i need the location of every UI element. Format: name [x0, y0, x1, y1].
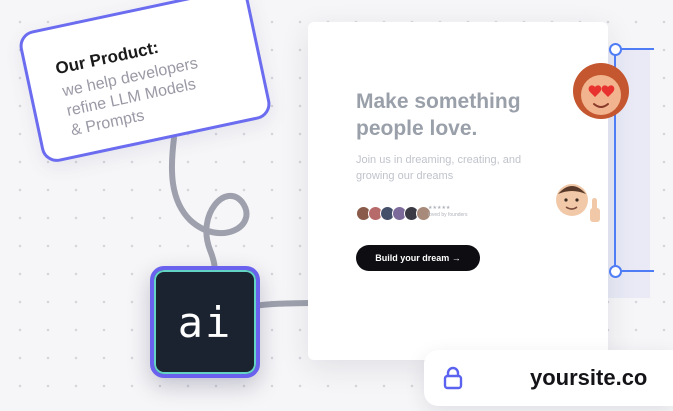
headline-line: people love. [356, 117, 478, 140]
ai-app-icon: ai [150, 266, 260, 378]
headline-line: Make something [356, 90, 521, 113]
heart-eyes-emoji [573, 63, 629, 119]
url-bar[interactable]: yoursite.co [424, 350, 673, 406]
lock-icon [443, 366, 463, 390]
avatar-group [356, 205, 431, 221]
thumbs-up-emoji [556, 184, 600, 222]
rating-caption: loved by founders [428, 212, 468, 218]
subtext: Join us in dreaming, creating, and growi… [356, 152, 556, 184]
url-text[interactable]: yoursite.co [530, 365, 647, 391]
subtext-line: Join us in dreaming, creating, and [356, 154, 522, 166]
headline: Make something people love. [356, 88, 556, 142]
subtext-line: growing our dreams [356, 170, 454, 182]
ai-icon-label: ai [177, 297, 233, 347]
resize-handle[interactable] [609, 43, 622, 56]
squiggle-icon [168, 135, 250, 280]
resize-handle[interactable] [609, 265, 622, 278]
build-dream-button[interactable]: Build your dream → [356, 245, 480, 271]
rating: ★★★★★ loved by founders [428, 205, 467, 219]
rating-stars: ★★★★★ [428, 205, 451, 211]
